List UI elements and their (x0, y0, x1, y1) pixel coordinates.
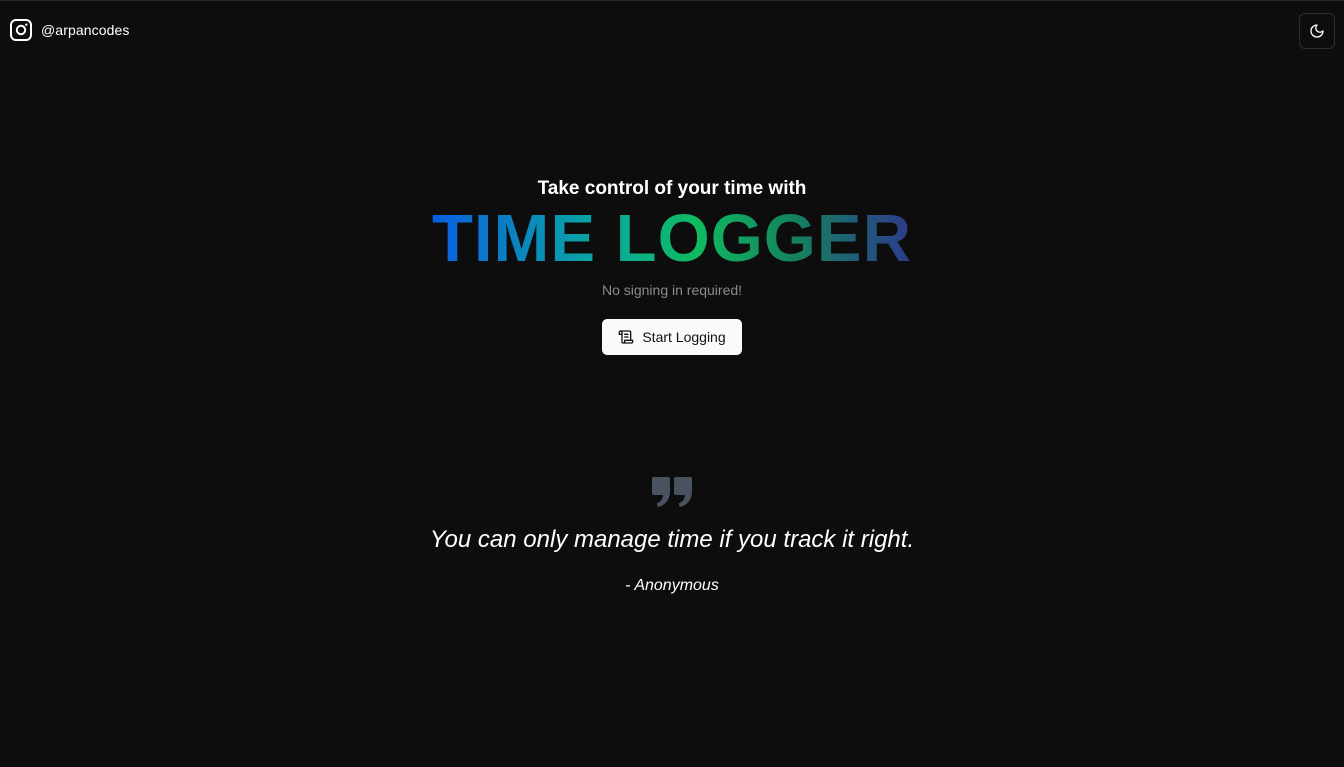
hero-section: Take control of your time with TIME LOGG… (0, 177, 1344, 355)
hero-subtitle: No signing in required! (601, 282, 743, 298)
moon-icon (1310, 24, 1324, 38)
quote-author: - Anonymous (625, 577, 719, 594)
scroll-icon (619, 330, 634, 344)
app-title: TIME LOGGER (432, 201, 912, 276)
page: @arpancodes Take control of your time wi… (0, 0, 1344, 767)
theme-toggle-button[interactable] (1299, 13, 1335, 49)
start-logging-label: Start Logging (642, 329, 726, 345)
quote-icon (652, 477, 692, 507)
quote-text: You can only manage time if you track it… (429, 526, 915, 553)
instagram-handle: @arpancodes (41, 22, 130, 38)
instagram-icon (10, 19, 32, 41)
hero-tagline: Take control of your time with (537, 178, 807, 199)
start-logging-button[interactable]: Start Logging (602, 319, 742, 355)
quote-section: You can only manage time if you track it… (0, 475, 1344, 596)
instagram-link[interactable]: @arpancodes (10, 19, 129, 41)
